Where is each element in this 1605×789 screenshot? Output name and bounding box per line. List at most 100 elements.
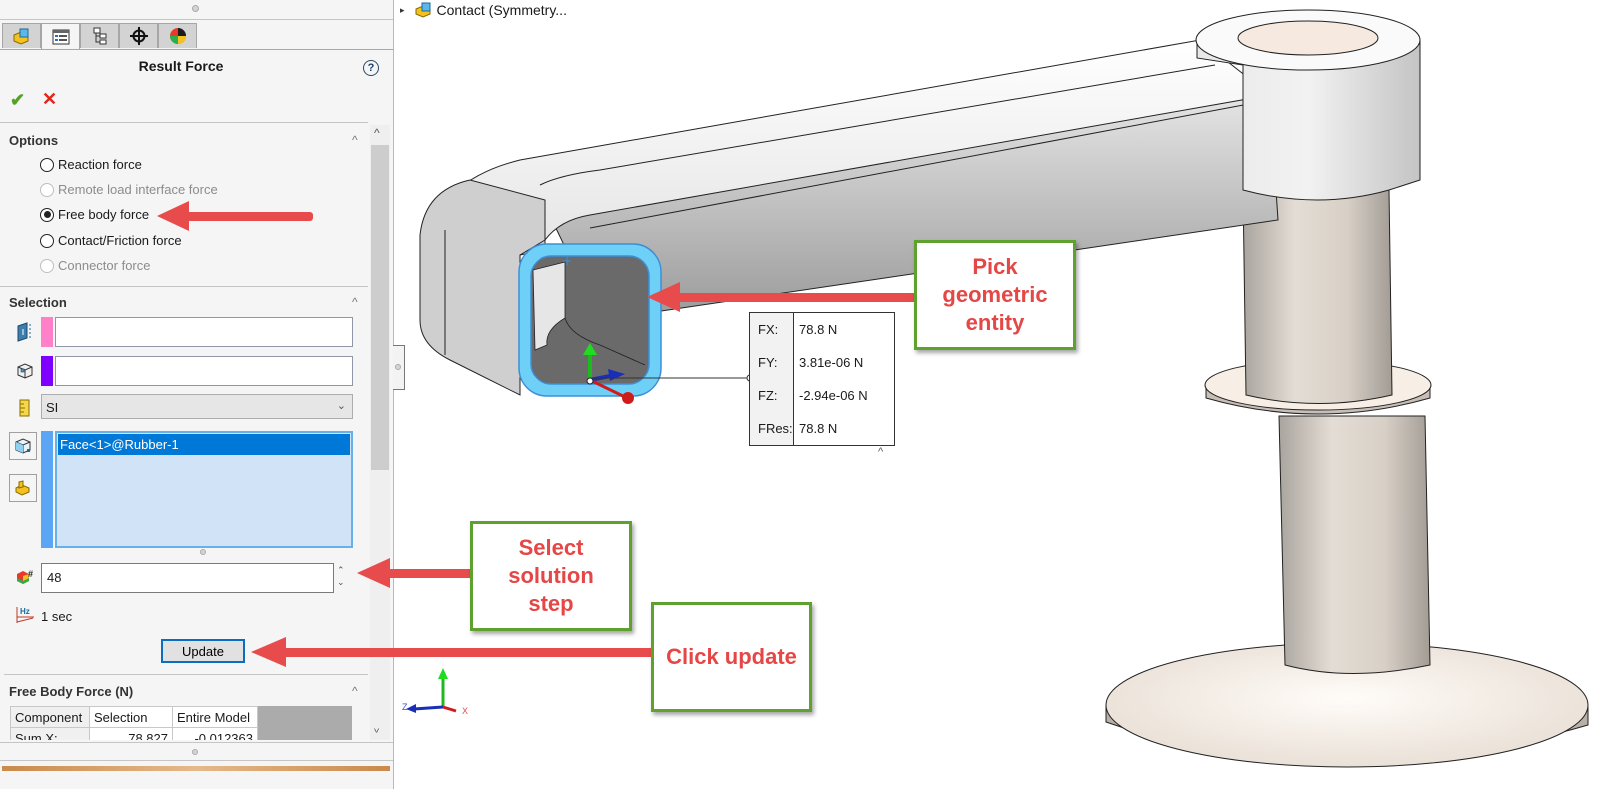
vertex-field[interactable] [41, 356, 353, 386]
graphics-viewport[interactable]: ▸ Contact (Symmetry... [394, 0, 1605, 789]
selection-header[interactable]: Selection [9, 295, 67, 310]
selected-entities-list[interactable]: Face<1>@Rubber-1 [41, 431, 353, 548]
free-body-table-wrapper: Component Selection Entire Model Sum X: … [10, 706, 352, 740]
radio-label: Reaction force [58, 157, 142, 172]
force-label-fres: FRes: [758, 421, 793, 436]
panel-bottom-grip[interactable] [192, 749, 198, 755]
svg-text:#: # [28, 569, 33, 579]
spin-up-icon[interactable]: ⌃ [337, 564, 345, 576]
column-header: Selection [89, 706, 173, 728]
panel-scrollbar-thumb[interactable] [371, 145, 389, 470]
force-readout-box: FX: FY: FZ: FRes: 78.8 N 3.81e-06 N -2.9… [749, 312, 895, 446]
help-icon[interactable]: ? [363, 60, 379, 76]
callout-select-solution-step: Select solution step [470, 521, 632, 631]
radio-contact-friction-force[interactable]: Contact/Friction force [40, 233, 182, 248]
solution-step-icon: # [16, 568, 36, 589]
divider [0, 742, 393, 743]
select-faces-button[interactable] [9, 432, 37, 460]
radio-label: Remote load interface force [58, 182, 218, 197]
radio-label: Contact/Friction force [58, 233, 182, 248]
configuration-icon [93, 27, 106, 45]
divider [0, 122, 368, 123]
display-manager-icon [169, 28, 186, 44]
units-dropdown[interactable]: SI ⌄ [41, 394, 353, 419]
table-cell-selection: 78.827 [89, 727, 173, 740]
column-header: Entire Model [172, 706, 258, 728]
callout-text: Click update [666, 644, 797, 669]
force-labels: FX: FY: FZ: FRes: [750, 313, 794, 445]
expand-arrow-icon[interactable]: ▸ [400, 5, 405, 16]
contact-component-icon [415, 2, 431, 18]
split-plane-field[interactable] [41, 317, 353, 347]
tab-display-manager[interactable] [158, 23, 197, 48]
table-cell-entire-model: -0.012363 [172, 727, 258, 740]
component-icon [15, 480, 30, 496]
radio-free-body-force[interactable]: Free body force [40, 207, 149, 222]
radio-remote-load-interface-force: Remote load interface force [40, 182, 218, 197]
radio-label: Free body force [58, 207, 150, 222]
force-label-fx: FX: [758, 322, 779, 337]
triad-x-label: X [462, 706, 468, 716]
select-components-button[interactable] [9, 474, 37, 502]
panel-resize-grip[interactable] [192, 5, 199, 12]
scroll-down-button[interactable]: ^ [374, 722, 379, 734]
update-button[interactable]: Update [161, 639, 245, 663]
radio-reaction-force[interactable]: Reaction force [40, 157, 142, 172]
options-collapse-icon[interactable]: ^ [352, 133, 358, 147]
column-header: Component [10, 706, 90, 728]
list-box[interactable]: Face<1>@Rubber-1 [55, 431, 353, 548]
scroll-up-button[interactable]: ^ [374, 126, 380, 140]
free-body-collapse-icon[interactable]: ^ [352, 684, 358, 698]
tab-property-manager[interactable] [41, 23, 80, 50]
divider [0, 760, 393, 761]
face-cube-icon [15, 438, 31, 454]
divider [4, 674, 368, 675]
svg-text:Hz: Hz [20, 607, 30, 616]
tab-configuration-manager[interactable] [80, 23, 119, 48]
field-color-swatch [41, 356, 53, 386]
force-value-fx: 78.8 N [799, 322, 838, 337]
bottom-panel-strip [2, 766, 390, 771]
list-resize-grip[interactable] [200, 549, 206, 555]
free-body-force-header[interactable]: Free Body Force (N) [9, 684, 133, 699]
free-body-force-table: Component Selection Entire Model Sum X: … [10, 706, 258, 740]
triad-z-label: Z [402, 702, 408, 712]
callout-text: Select solution step [508, 535, 594, 616]
table-header-row: Component Selection Entire Model [10, 706, 258, 728]
table-cell-component: Sum X: [10, 727, 90, 740]
split-plane-input[interactable] [55, 317, 353, 347]
callout-pick-geometric-entity: Pick geometric entity [914, 240, 1076, 350]
list-color-bar [41, 431, 53, 548]
model-3d-view[interactable] [394, 0, 1605, 789]
units-ruler-icon [19, 399, 31, 420]
selection-collapse-icon[interactable]: ^ [352, 295, 358, 309]
vertex-input[interactable] [55, 356, 353, 386]
radio-label: Connector force [58, 258, 151, 273]
list-item[interactable]: Face<1>@Rubber-1 [58, 434, 350, 455]
solution-step-spinner[interactable]: ⌃ ⌄ [337, 564, 345, 588]
divider [0, 286, 368, 287]
options-header[interactable]: Options [9, 133, 58, 148]
solution-step-input[interactable]: 48 [41, 563, 334, 593]
force-value-fz: -2.94e-06 N [799, 388, 868, 403]
reference-triad: Z X [402, 668, 468, 716]
property-manager-panel: Result Force ? ✔ ✕ ^ ^ Options ^ Reactio… [0, 0, 394, 789]
tab-feature-manager[interactable] [2, 23, 41, 48]
spin-down-icon[interactable]: ⌄ [337, 576, 345, 588]
radio-button[interactable] [40, 233, 54, 248]
radio-button[interactable] [40, 207, 54, 222]
panel-title: Result Force [138, 58, 224, 74]
vertex-icon [15, 361, 35, 384]
field-color-swatch [41, 317, 53, 347]
feature-tree-item[interactable]: ▸ Contact (Symmetry... [400, 2, 567, 18]
force-label-fy: FY: [758, 355, 778, 370]
tab-dimxpert-manager[interactable] [119, 23, 158, 48]
split-plane-icon [15, 322, 35, 345]
radio-button[interactable] [40, 157, 54, 172]
ok-button[interactable]: ✔ [10, 90, 25, 111]
cancel-button[interactable]: ✕ [42, 89, 57, 110]
readout-collapse-icon[interactable]: ^ [878, 446, 883, 458]
radio-connector-force: Connector force [40, 258, 151, 273]
callout-text: Pick geometric entity [942, 254, 1048, 335]
divider [0, 19, 393, 20]
